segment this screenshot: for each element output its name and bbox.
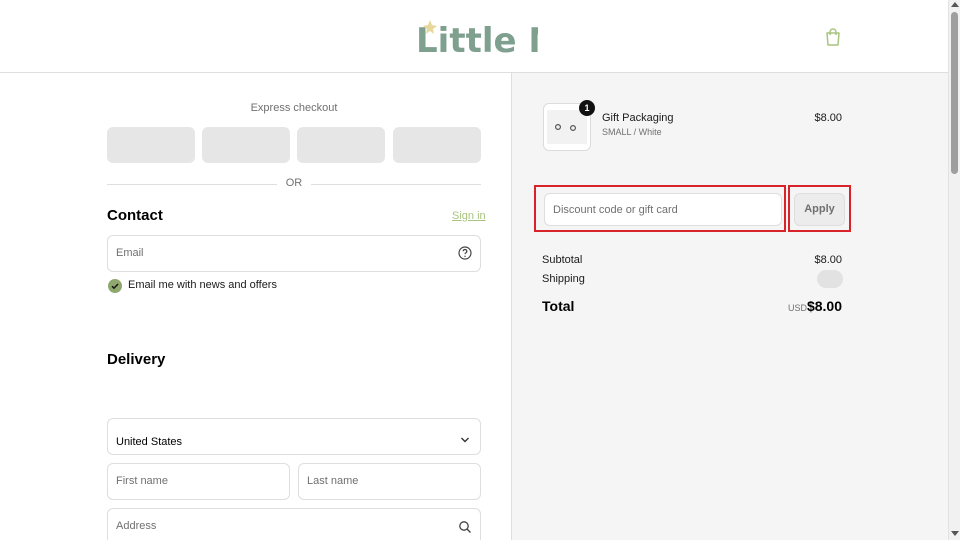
newsletter-checkbox[interactable]: [108, 279, 122, 293]
total-label: Total: [542, 298, 575, 314]
first-name-placeholder: First name: [116, 475, 168, 487]
brand-logo-icon: Little Me: [416, 20, 585, 61]
country-value: United States: [116, 436, 183, 448]
address-placeholder: Address: [116, 520, 157, 532]
chevron-down-icon: [460, 432, 470, 450]
shipping-label: Shipping: [542, 273, 585, 285]
address-field[interactable]: Address: [107, 508, 481, 540]
product-price: $8.00: [814, 112, 842, 124]
checkout-form: Express checkout OR Contact Sign in Emai…: [0, 73, 511, 540]
order-summary: 1 Gift Packaging SMALL / White $8.00 Dis…: [511, 73, 948, 540]
first-name-field[interactable]: First name: [107, 463, 290, 500]
express-pay-button-1[interactable]: [107, 127, 195, 163]
express-checkout-title: Express checkout: [250, 102, 338, 114]
email-field[interactable]: Email: [107, 235, 481, 272]
express-pay-button-4[interactable]: [393, 127, 481, 163]
product-variant: SMALL / White: [602, 127, 662, 137]
total-value: $8.00: [806, 298, 842, 314]
delivery-heading: Delivery: [107, 351, 166, 368]
check-icon: [111, 283, 119, 290]
email-placeholder: Email: [116, 247, 144, 259]
help-circle-icon[interactable]: [458, 246, 472, 265]
total-currency: USD: [788, 303, 808, 313]
divider-line-left: [107, 184, 277, 185]
scroll-down-arrow-icon[interactable]: [951, 531, 959, 536]
or-divider: OR: [285, 177, 303, 189]
last-name-field[interactable]: Last name: [298, 463, 481, 500]
discount-highlight: Discount code or gift card: [534, 185, 786, 232]
sign-in-link[interactable]: Sign in: [452, 210, 486, 222]
scrollbar-thumb[interactable]: [951, 12, 958, 174]
express-pay-button-2[interactable]: [202, 127, 290, 163]
shipping-value-placeholder: [817, 270, 843, 288]
brand-logo[interactable]: Little Me: [414, 14, 585, 61]
last-name-placeholder: Last name: [307, 475, 359, 487]
express-pay-button-3[interactable]: [297, 127, 385, 163]
search-icon[interactable]: [458, 520, 472, 539]
scroll-up-arrow-icon[interactable]: [951, 2, 959, 7]
shopping-bag-icon[interactable]: [822, 26, 844, 48]
contact-heading: Contact: [107, 207, 163, 224]
apply-button[interactable]: Apply: [794, 193, 845, 226]
subtotal-value: $8.00: [814, 254, 842, 266]
header: Little Me: [0, 0, 948, 73]
country-select[interactable]: United States: [107, 418, 481, 455]
discount-code-input[interactable]: Discount code or gift card: [544, 193, 782, 226]
quantity-badge: 1: [579, 100, 595, 116]
discount-placeholder: Discount code or gift card: [553, 204, 678, 216]
divider-line-right: [311, 184, 481, 185]
page-scrollbar[interactable]: [948, 0, 960, 540]
apply-highlight: Apply: [788, 185, 851, 232]
subtotal-label: Subtotal: [542, 254, 583, 266]
product-name: Gift Packaging: [602, 112, 674, 124]
newsletter-label: Email me with news and offers: [128, 279, 277, 291]
